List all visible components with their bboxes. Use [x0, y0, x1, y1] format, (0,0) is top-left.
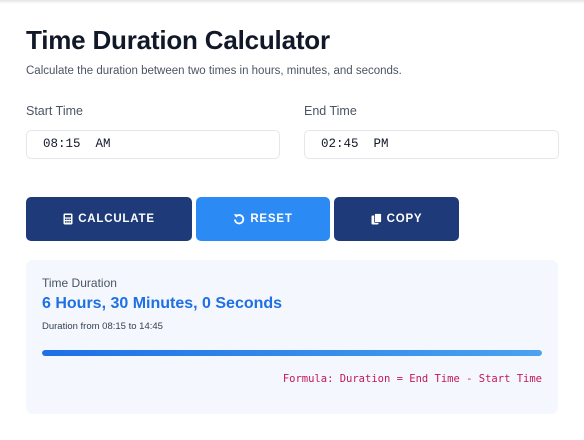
calculate-button[interactable]: CALCULATE [26, 197, 192, 241]
calculate-button-label: CALCULATE [78, 213, 155, 225]
reset-button-label: RESET [250, 213, 293, 225]
undo-icon [233, 213, 245, 225]
result-value: 6 Hours, 30 Minutes, 0 Seconds [42, 295, 283, 312]
result-detail: Duration from 08:15 to 14:45 [42, 321, 163, 332]
reset-button[interactable]: RESET [196, 197, 330, 241]
duration-progress-fill [42, 350, 542, 356]
page-title: Time Duration Calculator [26, 25, 330, 55]
result-panel: Time Duration 6 Hours, 30 Minutes, 0 Sec… [26, 260, 558, 414]
calculator-card: Time Duration Calculator Calculate the d… [0, 0, 584, 440]
result-label: Time Duration [42, 276, 117, 290]
copy-button[interactable]: COPY [334, 197, 459, 241]
page-subtitle: Calculate the duration between two times… [26, 65, 402, 77]
end-time-label: End Time [304, 104, 357, 118]
calculator-icon [63, 213, 73, 225]
end-time-input[interactable]: 02:45 PM [304, 130, 559, 159]
start-time-input[interactable]: 08:15 AM [26, 130, 280, 159]
copy-icon [371, 213, 382, 225]
copy-button-label: COPY [386, 213, 423, 225]
duration-progress-bar [42, 350, 542, 356]
start-time-label: Start Time [26, 104, 83, 118]
formula-text: Formula: Duration = End Time - Start Tim… [282, 373, 542, 385]
